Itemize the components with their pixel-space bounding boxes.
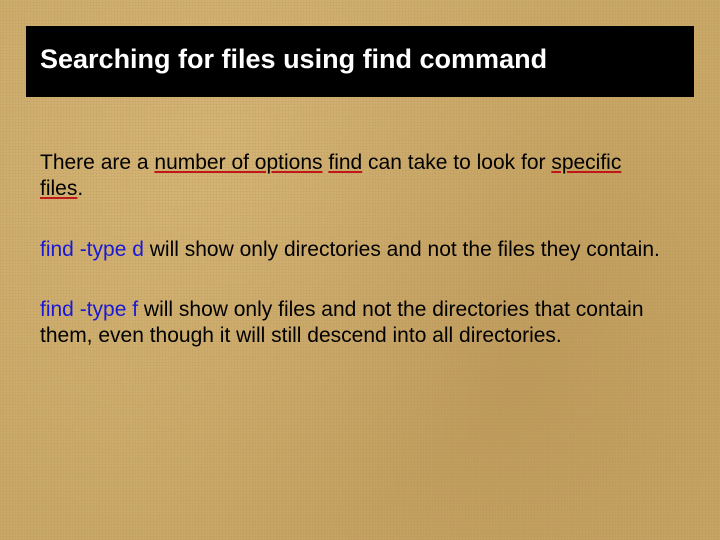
example-type-d: find -type d will show only directories …: [40, 237, 680, 263]
highlight-options: number of options: [154, 151, 322, 174]
highlight-specific: specific: [551, 151, 621, 174]
highlight-find: find: [328, 151, 362, 174]
slide-title: Searching for files using find command: [40, 44, 680, 75]
description-text: will show only directories and not the f…: [144, 238, 660, 261]
text: There are a: [40, 151, 154, 174]
text: .: [77, 177, 83, 200]
command-text: find -type f: [40, 298, 138, 321]
command-text: find -type d: [40, 238, 144, 261]
highlight-files: files: [40, 177, 77, 200]
intro-paragraph: There are a number of options find can t…: [40, 150, 680, 203]
example-type-f: find -type f will show only files and no…: [40, 297, 680, 350]
slide-body: There are a number of options find can t…: [40, 150, 680, 383]
slide-title-bar: Searching for files using find command: [26, 26, 694, 97]
text: can take to look for: [362, 151, 551, 174]
